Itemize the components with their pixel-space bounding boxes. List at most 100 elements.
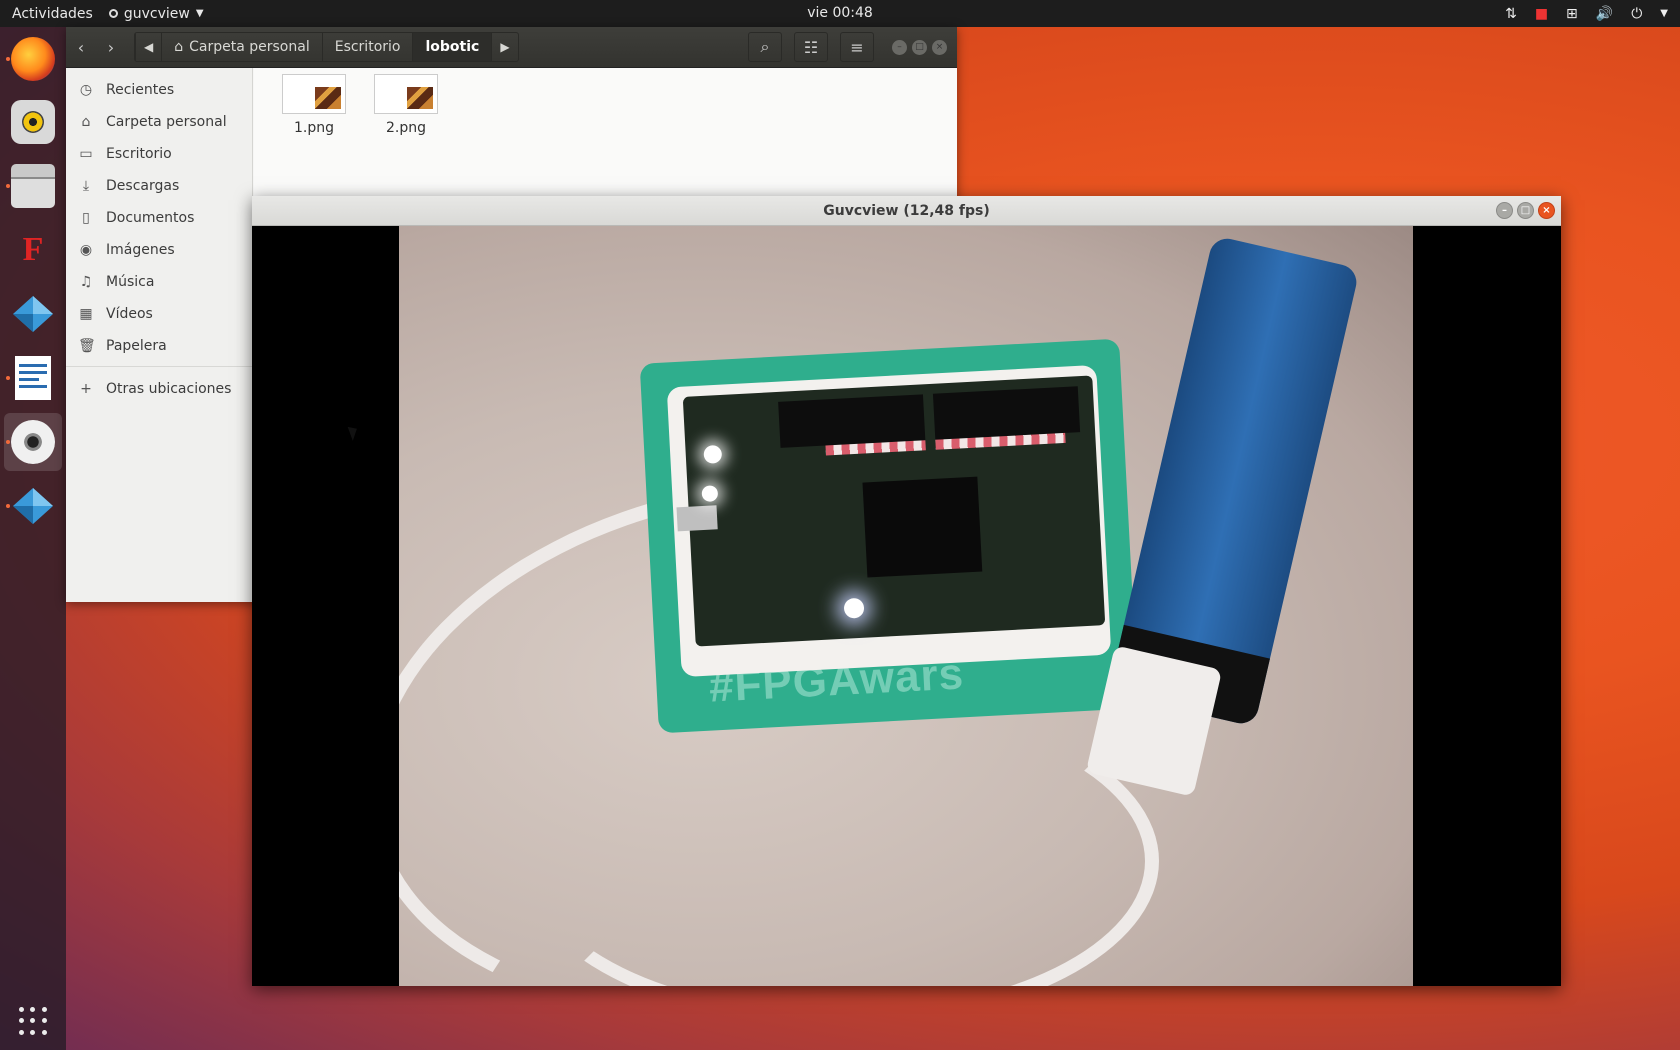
plus-icon: + [80,381,92,397]
running-indicator [6,440,10,444]
show-applications-icon[interactable] [16,1004,50,1038]
app-menu-label: guvcview [123,5,190,22]
sidebar-item-carpeta-personal[interactable]: ⌂ Carpeta personal [66,106,252,138]
dock-item-guvcview[interactable] [4,413,62,471]
guvcview-titlebar[interactable]: Guvcview (12,48 fps) – □ × [252,196,1561,226]
chevron-down-icon: ▼ [195,8,204,19]
breadcrumb-home-label: Carpeta personal [189,39,310,55]
network-icon[interactable]: ⊞ [1566,6,1578,22]
minimize-button[interactable]: – [892,39,907,55]
sidebar-item-label: Descargas [106,178,180,194]
sidebar-item-videos[interactable]: ▦ Vídeos [66,298,252,330]
volume-icon[interactable]: 🔊 [1596,6,1613,22]
rhythmbox-icon [11,100,55,144]
dock-item-rhythmbox[interactable] [4,93,62,151]
running-indicator [6,504,10,508]
sidebar-item-recientes[interactable]: ◷ Recientes [66,74,252,106]
back-button[interactable]: ‹ [66,32,96,62]
sidebar-item-descargas[interactable]: ⤓ Descargas [66,170,252,202]
file-name: 1.png [293,120,334,136]
sidebar-divider [66,366,252,367]
breadcrumb-escritorio[interactable]: Escritorio [321,33,413,61]
sidebar-item-label: Documentos [106,210,195,226]
guvcview-window: Guvcview (12,48 fps) – □ × #FPGAwars [252,196,1561,986]
dock-item-freecad[interactable]: F [4,221,62,279]
sidebar-item-otras-ubicaciones[interactable]: + Otras ubicaciones [66,373,252,405]
sidebar-item-label: Música [106,274,155,290]
sidebar-item-label: Otras ubicaciones [106,381,232,397]
pin-header [932,386,1081,440]
file-manager-headerbar: ‹ › ◀ ⌂ Carpeta personal Escritorio lobo… [66,27,957,68]
view-options-icon[interactable]: ☷ [794,32,828,62]
led-light [703,444,723,464]
breadcrumb-right-arrow-icon[interactable]: ▶ [491,33,517,61]
close-button[interactable]: × [932,39,947,55]
dock-item-icestudio-2[interactable] [4,477,62,535]
file-item[interactable]: 1.png [274,74,354,136]
system-tray: ⇅ ■ ⊞ 🔊 ⏻ ▼ [1505,0,1668,27]
fpga-board [676,375,1106,647]
image-thumbnail [374,74,438,114]
usb-connector [676,505,718,532]
sidebar-item-label: Carpeta personal [106,114,227,130]
file-item[interactable]: 2.png [366,74,446,136]
icestudio-icon [11,484,55,528]
sidebar-item-escritorio[interactable]: ▭ Escritorio [66,138,252,170]
webcam-video-feed: #FPGAwars [399,226,1413,986]
window-controls: – □ × [1496,202,1555,219]
pin-header [778,394,926,448]
film-icon: ▦ [79,306,93,322]
sidebar-item-label: Papelera [106,338,167,354]
forward-button[interactable]: › [96,32,126,62]
sidebar-item-label: Imágenes [106,242,175,258]
dock: F [0,27,66,1050]
running-indicator [6,57,10,61]
power-icon[interactable]: ⏻ [1631,6,1642,22]
file-manager-tools: ⌕ ☷ ≡ – □ × [748,32,947,62]
close-button[interactable]: × [1538,202,1555,219]
menu-icon[interactable]: ≡ [840,32,874,62]
screen-recording-icon[interactable]: ■ [1535,6,1548,22]
dock-item-icestudio[interactable] [4,285,62,343]
search-icon[interactable]: ⌕ [748,32,782,62]
breadcrumb-lobotic[interactable]: lobotic [412,33,492,61]
files-icon [11,164,55,208]
sidebar-item-label: Escritorio [106,146,172,162]
maximize-button[interactable]: □ [912,39,927,55]
folder-icon: ▭ [79,146,93,162]
app-menu[interactable]: guvcview ▼ [105,6,204,22]
camera-icon: ◉ [79,242,93,258]
clock-icon: ◷ [79,82,93,98]
led-light [843,597,865,619]
dock-item-writer[interactable] [4,349,62,407]
home-icon: ⌂ [174,39,184,55]
download-icon: ⤓ [82,178,90,194]
webcam-icon [11,420,55,464]
freecad-icon: F [22,231,44,268]
top-bar: Actividades guvcview ▼ vie 00:48 ⇅ ■ ⊞ 🔊… [0,0,1680,27]
network-transfer-icon[interactable]: ⇅ [1505,6,1517,22]
sidebar-item-label: Recientes [106,82,175,98]
system-menu-chevron-icon[interactable]: ▼ [1660,8,1668,19]
clock[interactable]: vie 00:48 [807,5,873,21]
dock-item-firefox[interactable] [4,30,62,88]
home-icon: ⌂ [81,114,91,130]
window-title: Guvcview (12,48 fps) [823,202,990,219]
breadcrumb-home[interactable]: ⌂ Carpeta personal [161,33,321,61]
app-menu-icon [108,9,118,18]
sidebar-item-imagenes[interactable]: ◉ Imágenes [66,234,252,266]
running-indicator [6,184,10,188]
sidebar-item-musica[interactable]: ♫ Música [66,266,252,298]
activities-button[interactable]: Actividades [0,6,105,22]
minimize-button[interactable]: – [1496,202,1513,219]
firefox-icon [11,37,55,81]
writer-icon [15,356,51,400]
music-icon: ♫ [79,274,93,290]
image-thumbnail [282,74,346,114]
breadcrumb: ◀ ⌂ Carpeta personal Escritorio lobotic … [134,32,519,62]
maximize-button[interactable]: □ [1517,202,1534,219]
dock-item-files[interactable] [4,157,62,215]
breadcrumb-left-arrow-icon[interactable]: ◀ [135,33,161,61]
sidebar-item-papelera[interactable]: 🗑 Papelera [66,330,252,362]
sidebar-item-documentos[interactable]: ▯ Documentos [66,202,252,234]
